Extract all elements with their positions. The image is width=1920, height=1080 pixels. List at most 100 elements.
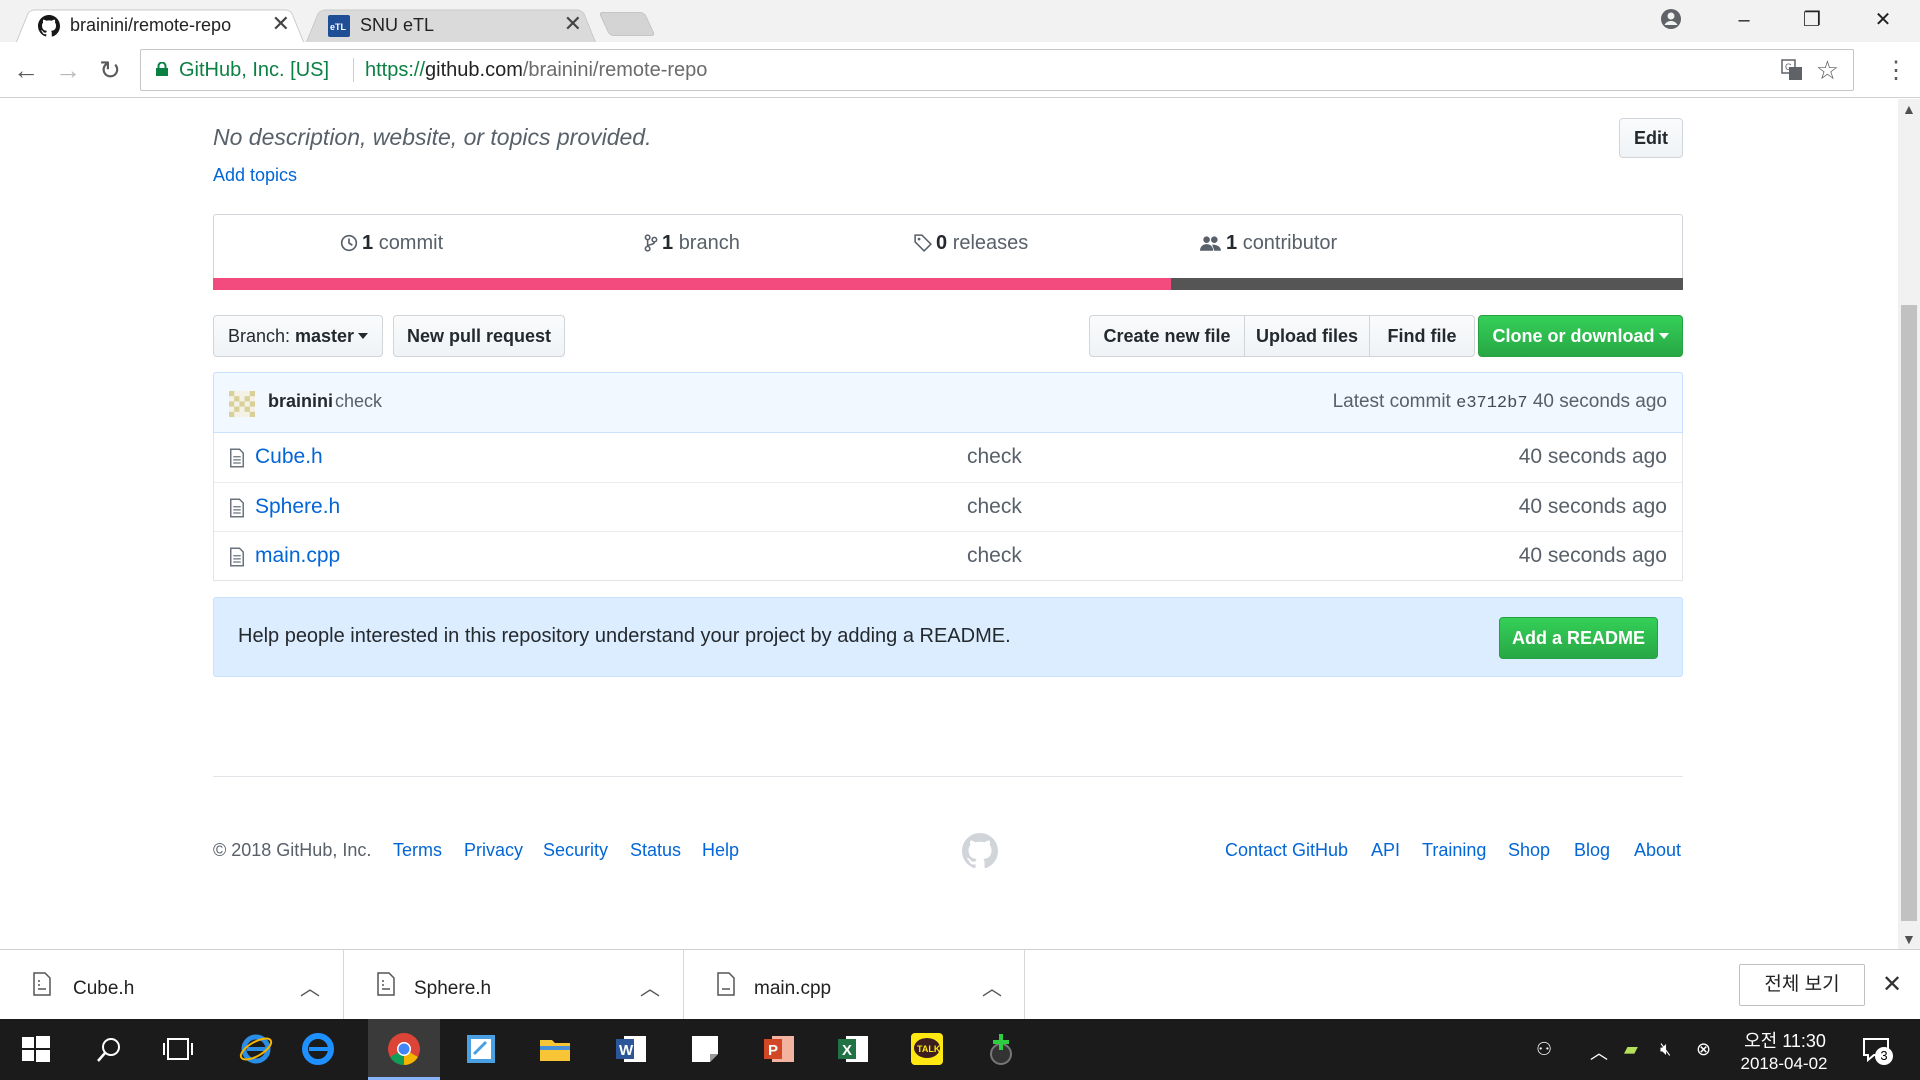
footer-link-about[interactable]: About	[1634, 840, 1681, 861]
tab-github[interactable]: brainini/remote-repo ✕	[16, 6, 304, 42]
file-name-link[interactable]: Sphere.h	[255, 495, 340, 519]
commit-sha-link[interactable]: e3712b7	[1456, 394, 1527, 413]
svg-text:eTL: eTL	[330, 22, 347, 32]
footer-link-training[interactable]: Training	[1422, 840, 1486, 861]
add-topics-link[interactable]: Add topics	[213, 165, 297, 186]
footer-link-api[interactable]: API	[1371, 840, 1400, 861]
browser-toolbar: ← → ↻ GitHub, Inc. [US] https://github.c…	[0, 42, 1920, 98]
taskbar-file-explorer[interactable]	[524, 1019, 586, 1080]
close-window-button[interactable]: ✕	[1860, 4, 1906, 36]
tab-close-icon[interactable]: ✕	[564, 13, 582, 35]
scroll-down-arrow-icon[interactable]: ▼	[1902, 931, 1916, 947]
contributors-stat[interactable]: 1 contributor	[1200, 232, 1337, 255]
footer-link-shop[interactable]: Shop	[1508, 840, 1550, 861]
file-commit-message-link[interactable]: check	[967, 445, 1022, 469]
reload-button[interactable]: ↻	[92, 52, 128, 88]
taskbar-kakaotalk[interactable]: TALK	[896, 1019, 958, 1080]
translate-icon[interactable]: G	[1781, 59, 1803, 81]
tab-close-icon[interactable]: ✕	[272, 13, 290, 35]
table-row: Sphere.h check 40 seconds ago	[214, 482, 1682, 531]
scroll-up-arrow-icon[interactable]: ▲	[1902, 101, 1916, 117]
footer-link-status[interactable]: Status	[630, 840, 681, 861]
tab-etl[interactable]: eTL SNU eTL ✕	[306, 6, 596, 42]
file-name-link[interactable]: Cube.h	[255, 445, 323, 469]
scrollbar-thumb[interactable]	[1901, 305, 1917, 921]
show-all-downloads-button[interactable]: 전체 보기	[1739, 964, 1865, 1006]
chevron-up-icon[interactable]: ︿	[640, 972, 660, 1001]
taskbar-powerpoint[interactable]: P	[748, 1019, 810, 1080]
task-view-icon	[163, 1038, 193, 1060]
footer-link-contact[interactable]: Contact GitHub	[1225, 840, 1348, 861]
bookmark-star-icon[interactable]: ☆	[1816, 55, 1839, 86]
language-bar[interactable]	[213, 278, 1683, 290]
battery-icon[interactable]: ▰	[1624, 1039, 1638, 1060]
new-pull-request-button[interactable]: New pull request	[393, 315, 565, 357]
taskbar-word[interactable]: W	[600, 1019, 662, 1080]
people-icon[interactable]: ⚇	[1536, 1039, 1552, 1060]
avatar[interactable]	[229, 391, 255, 417]
taskbar-sticky-notes[interactable]	[674, 1019, 736, 1080]
forward-button[interactable]: →	[50, 52, 86, 88]
footer-link-help[interactable]: Help	[702, 840, 739, 861]
commit-author-link[interactable]: brainini	[268, 391, 333, 412]
file-commit-message-link[interactable]: check	[967, 495, 1022, 519]
language-segment-c	[1171, 278, 1683, 290]
releases-stat[interactable]: 0 releases	[914, 232, 1028, 255]
footer-link-terms[interactable]: Terms	[393, 840, 442, 861]
taskbar-app-extra[interactable]	[970, 1019, 1032, 1080]
network-error-icon[interactable]: ⊗	[1696, 1039, 1711, 1060]
chevron-up-icon[interactable]: ︿	[982, 972, 1002, 1001]
file-name-link[interactable]: main.cpp	[255, 544, 340, 568]
start-button[interactable]	[4, 1019, 66, 1080]
download-item[interactable]: main.cpp ︿	[684, 950, 1025, 1020]
browser-menu-icon[interactable]: ⋮	[1884, 56, 1908, 85]
svg-text:W: W	[619, 1042, 634, 1059]
taskbar-date[interactable]: 2018-04-02	[1732, 1054, 1836, 1074]
folder-icon	[540, 1040, 570, 1061]
minimize-button[interactable]: –	[1721, 4, 1767, 36]
find-file-button[interactable]: Find file	[1369, 315, 1475, 357]
svg-text:P: P	[768, 1042, 778, 1059]
search-button[interactable]	[78, 1019, 140, 1080]
footer-divider	[213, 776, 1683, 777]
footer-link-blog[interactable]: Blog	[1574, 840, 1610, 861]
branch-select-button[interactable]: Branch: master	[213, 315, 383, 357]
profile-icon[interactable]	[1660, 8, 1682, 30]
taskbar-edge[interactable]	[287, 1019, 349, 1080]
taskbar-ie[interactable]	[225, 1019, 287, 1080]
close-shelf-icon[interactable]: ✕	[1882, 970, 1902, 999]
github-logo-icon[interactable]	[962, 833, 998, 869]
taskbar-chrome[interactable]	[368, 1019, 440, 1080]
taskbar-excel[interactable]: X	[822, 1019, 884, 1080]
back-button[interactable]: ←	[8, 52, 44, 88]
file-commit-message-link[interactable]: check	[967, 544, 1022, 568]
address-bar[interactable]: GitHub, Inc. [US] https://github.com/bra…	[140, 49, 1854, 91]
task-view-button[interactable]	[148, 1019, 210, 1080]
download-item[interactable]: Sphere.h ︿	[344, 950, 684, 1020]
restore-button[interactable]: ❐	[1789, 4, 1835, 36]
tab-title: SNU eTL	[360, 15, 435, 35]
action-center-button[interactable]: 3	[1862, 1035, 1893, 1065]
edit-button[interactable]: Edit	[1619, 118, 1683, 158]
branches-stat[interactable]: 1 branch	[644, 232, 740, 255]
chevron-up-icon[interactable]: ︿	[1590, 1039, 1608, 1065]
taskbar-app[interactable]	[450, 1019, 512, 1080]
upload-files-button[interactable]: Upload files	[1244, 315, 1370, 357]
chevron-up-icon[interactable]: ︿	[300, 972, 320, 1001]
new-tab-button[interactable]	[598, 12, 656, 36]
file-icon	[230, 448, 244, 468]
volume-muted-icon[interactable]: 🔇︎	[1660, 1039, 1671, 1060]
clone-or-download-button[interactable]: Clone or download	[1478, 315, 1683, 357]
commit-message-link[interactable]: check	[335, 391, 382, 412]
powerpoint-icon: P	[764, 1036, 794, 1062]
commits-stat[interactable]: 1 commit	[340, 232, 443, 255]
download-item[interactable]: Cube.h ︿	[0, 950, 344, 1020]
add-readme-button[interactable]: Add a README	[1499, 617, 1658, 659]
footer-link-security[interactable]: Security	[543, 840, 608, 861]
footer-link-privacy[interactable]: Privacy	[464, 840, 523, 861]
footer-copyright: © 2018 GitHub, Inc.	[213, 840, 372, 860]
create-new-file-button[interactable]: Create new file	[1089, 315, 1245, 357]
page-scrollbar[interactable]: ▲ ▼	[1898, 99, 1920, 949]
latest-commit-info: Latest commit e3712b7 40 seconds ago	[1332, 391, 1667, 413]
taskbar-time[interactable]: 오전 11:30	[1740, 1027, 1830, 1053]
